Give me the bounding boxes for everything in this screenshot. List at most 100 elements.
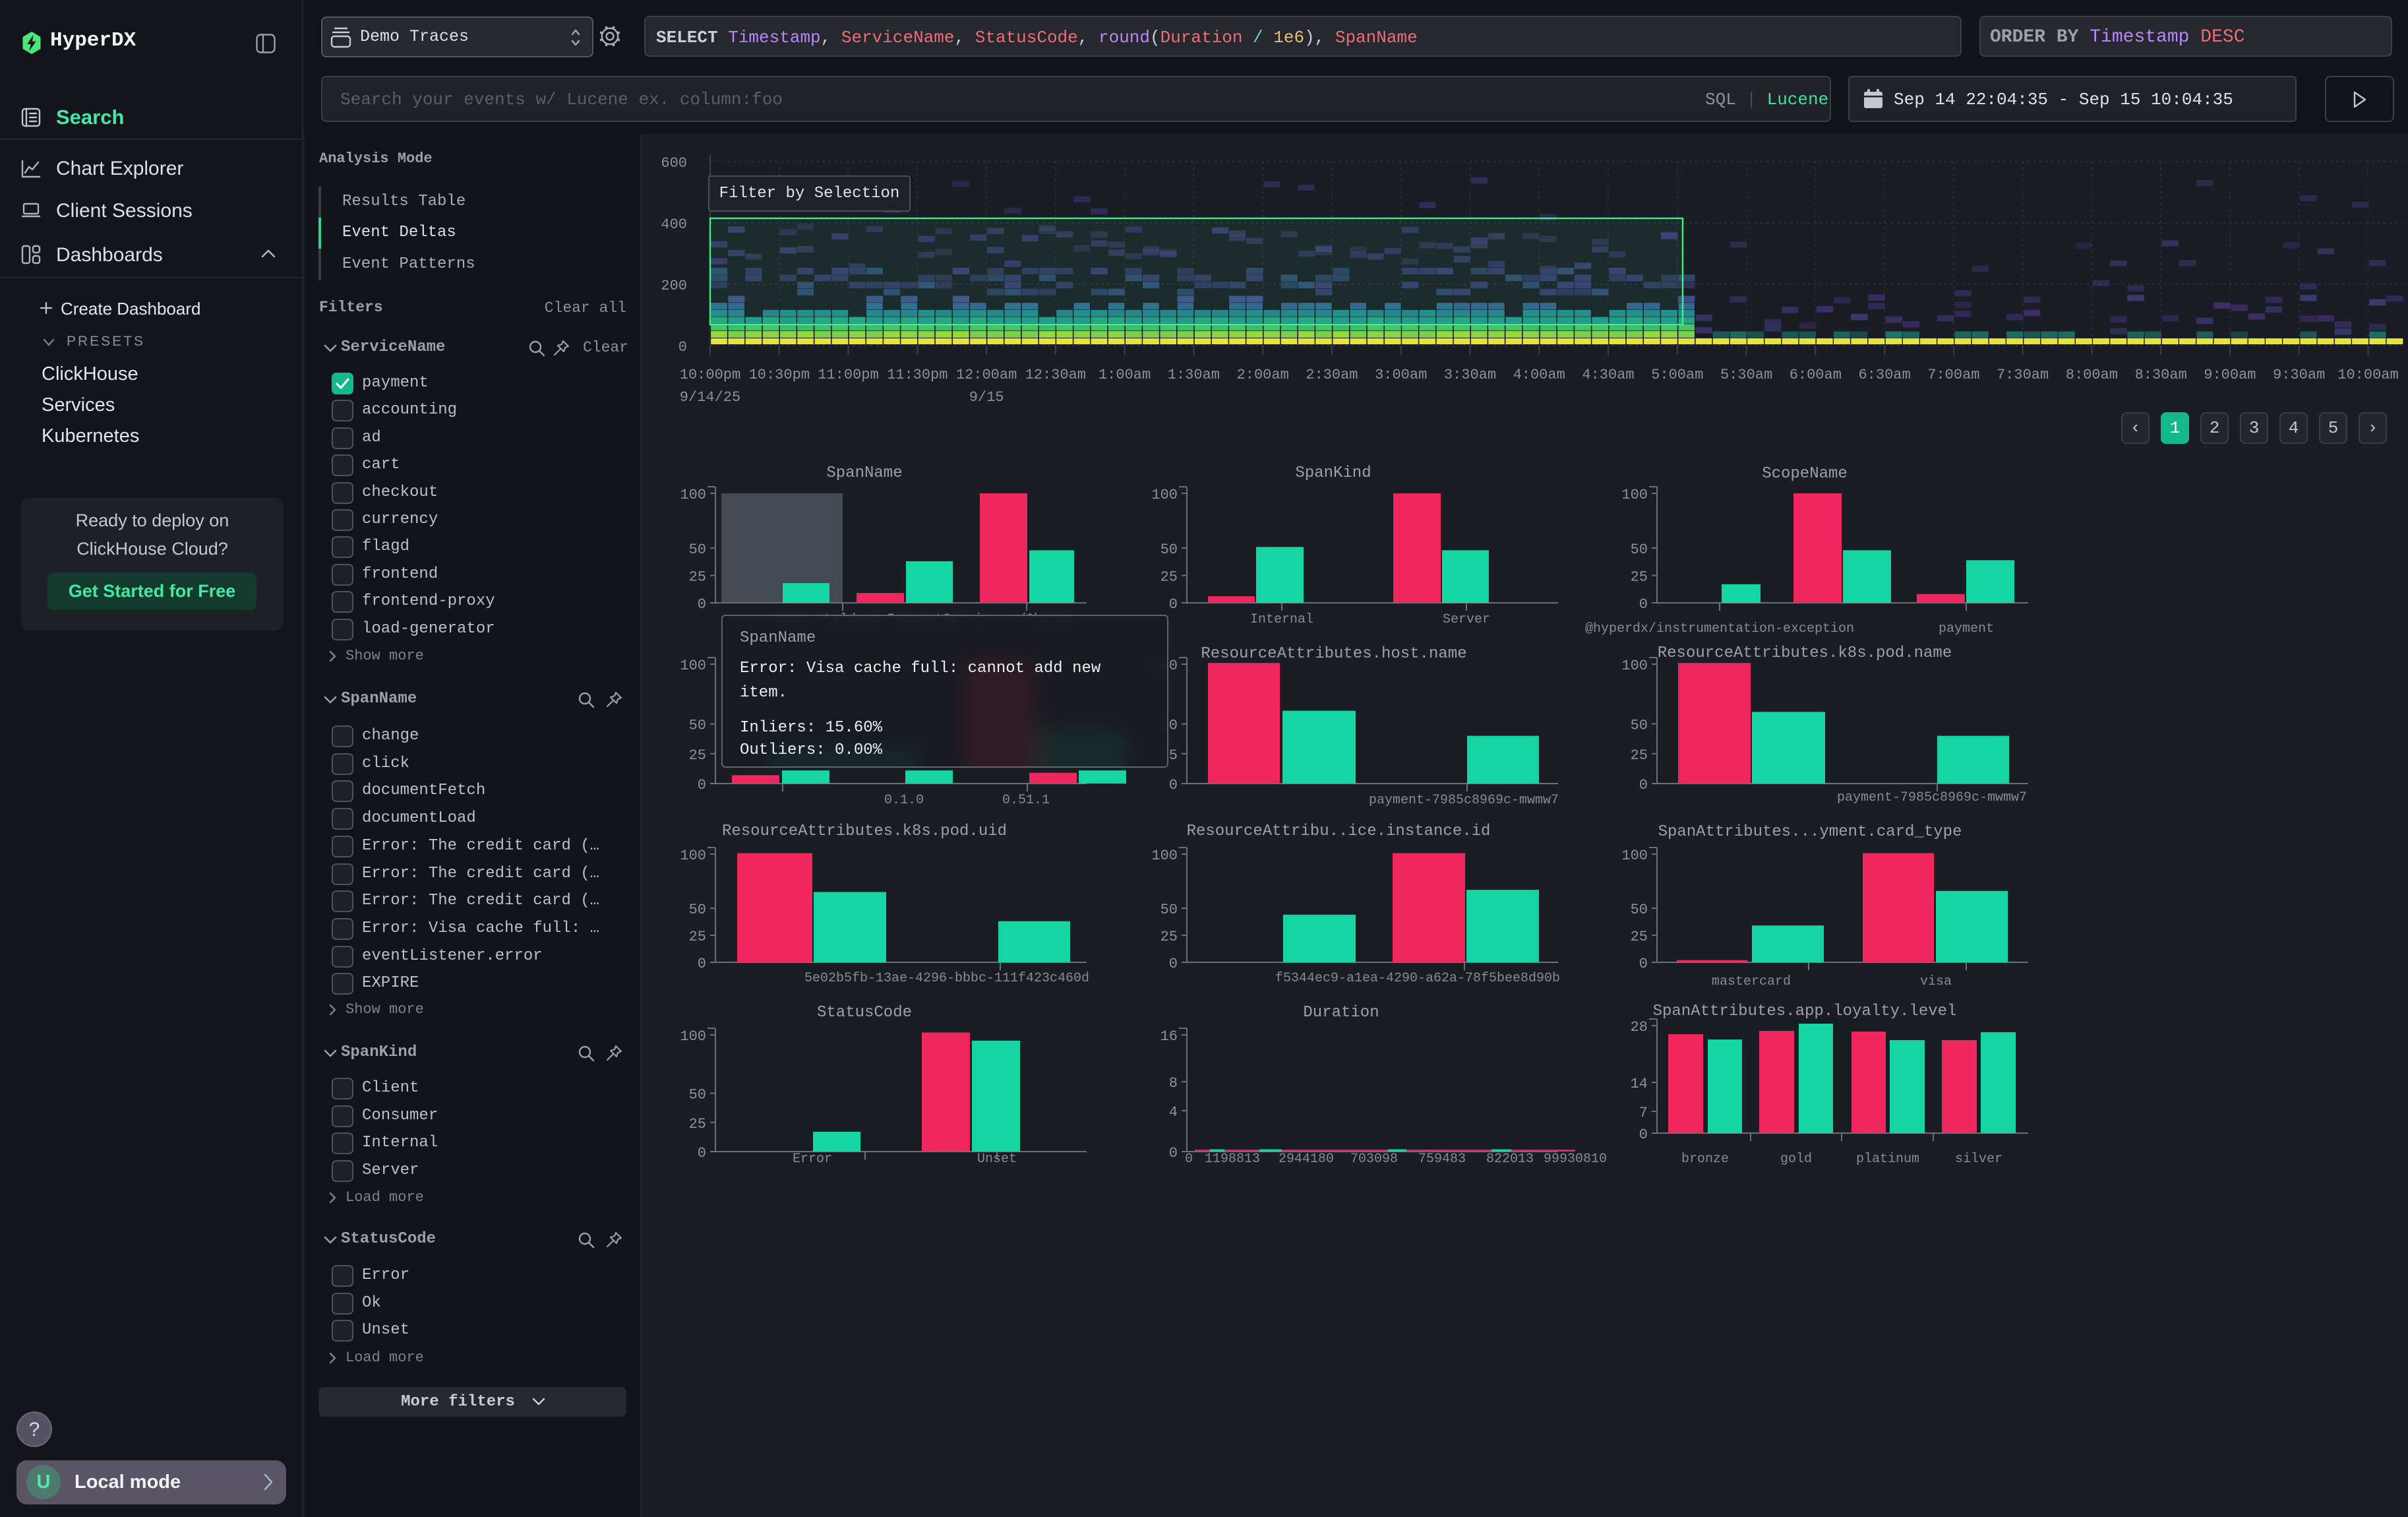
svg-text:50: 50 <box>1631 718 1648 734</box>
svg-text:28: 28 <box>1631 1019 1648 1036</box>
svg-text:1:30am: 1:30am <box>1168 367 1220 383</box>
svg-text:0.51.1: 0.51.1 <box>1002 793 1050 808</box>
svg-text:Server: Server <box>1443 612 1490 627</box>
svg-text:100: 100 <box>1621 848 1648 864</box>
svg-text:100: 100 <box>680 1028 706 1045</box>
svg-text:703098: 703098 <box>1350 1152 1398 1167</box>
svg-text:@hyperdx/instrumentation-excep: @hyperdx/instrumentation-exception <box>1585 621 1854 636</box>
svg-text:50: 50 <box>1631 902 1648 918</box>
svg-text:0.1.0: 0.1.0 <box>884 793 924 808</box>
svg-text:2944180: 2944180 <box>1279 1152 1334 1167</box>
svg-text:0: 0 <box>1639 596 1648 613</box>
svg-text:SpanAttributes...yment.card_ty: SpanAttributes...yment.card_type <box>1658 823 1962 841</box>
svg-text:14: 14 <box>1631 1076 1648 1092</box>
svg-text:4: 4 <box>1169 1104 1178 1121</box>
svg-text:12:00am: 12:00am <box>956 367 1017 383</box>
svg-text:2:00am: 2:00am <box>1237 367 1289 383</box>
svg-text:100: 100 <box>680 848 706 864</box>
svg-text:0: 0 <box>1169 956 1178 972</box>
svg-text:bronze: bronze <box>1681 1152 1729 1167</box>
svg-text:SpanKind: SpanKind <box>1295 464 1371 482</box>
svg-text:25: 25 <box>1160 569 1178 586</box>
svg-text:0: 0 <box>698 1145 706 1161</box>
svg-text:25: 25 <box>689 1116 706 1132</box>
svg-text:platinum: platinum <box>1856 1152 1919 1167</box>
svg-text:12:30am: 12:30am <box>1025 367 1086 383</box>
svg-text:visa: visa <box>1920 974 1952 989</box>
svg-text:50: 50 <box>689 542 706 558</box>
svg-text:50: 50 <box>1160 902 1178 918</box>
svg-text:SpanName: SpanName <box>826 464 902 482</box>
svg-text:100: 100 <box>680 487 706 503</box>
svg-text:759483: 759483 <box>1418 1152 1466 1167</box>
svg-text:8:30am: 8:30am <box>2135 367 2187 383</box>
svg-text:10:00pm: 10:00pm <box>680 367 740 383</box>
svg-text:payment-7985c8969c-mwmw7: payment-7985c8969c-mwmw7 <box>1837 790 2027 805</box>
svg-text:0: 0 <box>1639 777 1648 793</box>
svg-text:3:30am: 3:30am <box>1444 367 1496 383</box>
svg-text:SpanAttributes.app.loyalty.lev: SpanAttributes.app.loyalty.level <box>1653 1003 1957 1020</box>
svg-text:50: 50 <box>1631 542 1648 558</box>
svg-text:0: 0 <box>1169 596 1178 613</box>
svg-text:100: 100 <box>1621 487 1648 503</box>
svg-text:0: 0 <box>698 777 706 793</box>
svg-text:0: 0 <box>678 339 687 356</box>
svg-text:8:00am: 8:00am <box>2066 367 2118 383</box>
svg-text:7: 7 <box>1639 1105 1648 1121</box>
svg-text:1:00am: 1:00am <box>1099 367 1151 383</box>
svg-text:99930810: 99930810 <box>1544 1152 1607 1167</box>
svg-text:25: 25 <box>1160 929 1178 945</box>
svg-text:10:30pm: 10:30pm <box>749 367 810 383</box>
svg-text:ScopeName: ScopeName <box>1762 465 1848 483</box>
svg-text:25: 25 <box>1631 929 1648 945</box>
svg-text:7:30am: 7:30am <box>1997 367 2049 383</box>
svg-text:payment: payment <box>1939 621 1994 636</box>
svg-text:50: 50 <box>689 718 706 734</box>
svg-text:16: 16 <box>1160 1028 1178 1045</box>
svg-text:200: 200 <box>661 278 687 294</box>
svg-text:mastercard: mastercard <box>1712 974 1791 989</box>
svg-text:50: 50 <box>689 1087 706 1103</box>
svg-text:11:00pm: 11:00pm <box>818 367 878 383</box>
svg-text:ResourceAttribu..ice.instance.: ResourceAttribu..ice.instance.id <box>1187 822 1491 840</box>
svg-text:8: 8 <box>1169 1075 1178 1092</box>
svg-text:600: 600 <box>661 155 687 171</box>
svg-text:ResourceAttributes.k8s.pod.uid: ResourceAttributes.k8s.pod.uid <box>722 822 1007 840</box>
svg-text:9/15: 9/15 <box>969 389 1004 406</box>
svg-text:Unset: Unset <box>977 1152 1017 1167</box>
svg-text:50: 50 <box>689 902 706 918</box>
svg-text:5e02b5fb-13ae-4296-bbbc-111f42: 5e02b5fb-13ae-4296-bbbc-111f423c460d <box>804 971 1089 986</box>
svg-text:100: 100 <box>1621 658 1648 674</box>
svg-text:4:00am: 4:00am <box>1513 367 1565 383</box>
svg-text:5:30am: 5:30am <box>1720 367 1772 383</box>
svg-text:50: 50 <box>1160 542 1178 558</box>
svg-text:822013: 822013 <box>1486 1152 1534 1167</box>
svg-text:25: 25 <box>1631 569 1648 586</box>
svg-text:silver: silver <box>1955 1152 2002 1167</box>
svg-text:StatusCode: StatusCode <box>817 1004 912 1022</box>
svg-text:25: 25 <box>689 929 706 945</box>
svg-text:25: 25 <box>689 569 706 586</box>
svg-text:4:30am: 4:30am <box>1582 367 1634 383</box>
svg-text:0: 0 <box>1185 1152 1193 1167</box>
svg-text:ResourceAttributes.host.name: ResourceAttributes.host.name <box>1201 645 1466 663</box>
svg-text:25: 25 <box>1631 747 1648 764</box>
svg-text:9/14/25: 9/14/25 <box>680 389 740 406</box>
svg-text:3:00am: 3:00am <box>1375 367 1427 383</box>
svg-text:9:30am: 9:30am <box>2273 367 2325 383</box>
svg-text:9:00am: 9:00am <box>2204 367 2256 383</box>
svg-text:6:30am: 6:30am <box>1858 367 1910 383</box>
svg-text:f5344ec9-a1ea-4290-a62a-78f5be: f5344ec9-a1ea-4290-a62a-78f5bee8d90b <box>1275 971 1560 986</box>
svg-text:0: 0 <box>1169 777 1178 793</box>
svg-text:10:00am: 10:00am <box>2337 367 2398 383</box>
svg-text:0: 0 <box>698 596 706 613</box>
svg-text:25: 25 <box>689 747 706 764</box>
svg-text:Internal: Internal <box>1250 612 1313 627</box>
svg-text:payment-7985c8969c-mwmw7: payment-7985c8969c-mwmw7 <box>1369 793 1559 808</box>
svg-text:400: 400 <box>661 216 687 233</box>
svg-text:5:00am: 5:00am <box>1651 367 1703 383</box>
svg-text:2:30am: 2:30am <box>1306 367 1358 383</box>
svg-text:6:00am: 6:00am <box>1790 367 1842 383</box>
svg-text:Error: Error <box>793 1152 832 1167</box>
svg-text:100: 100 <box>1151 487 1178 503</box>
